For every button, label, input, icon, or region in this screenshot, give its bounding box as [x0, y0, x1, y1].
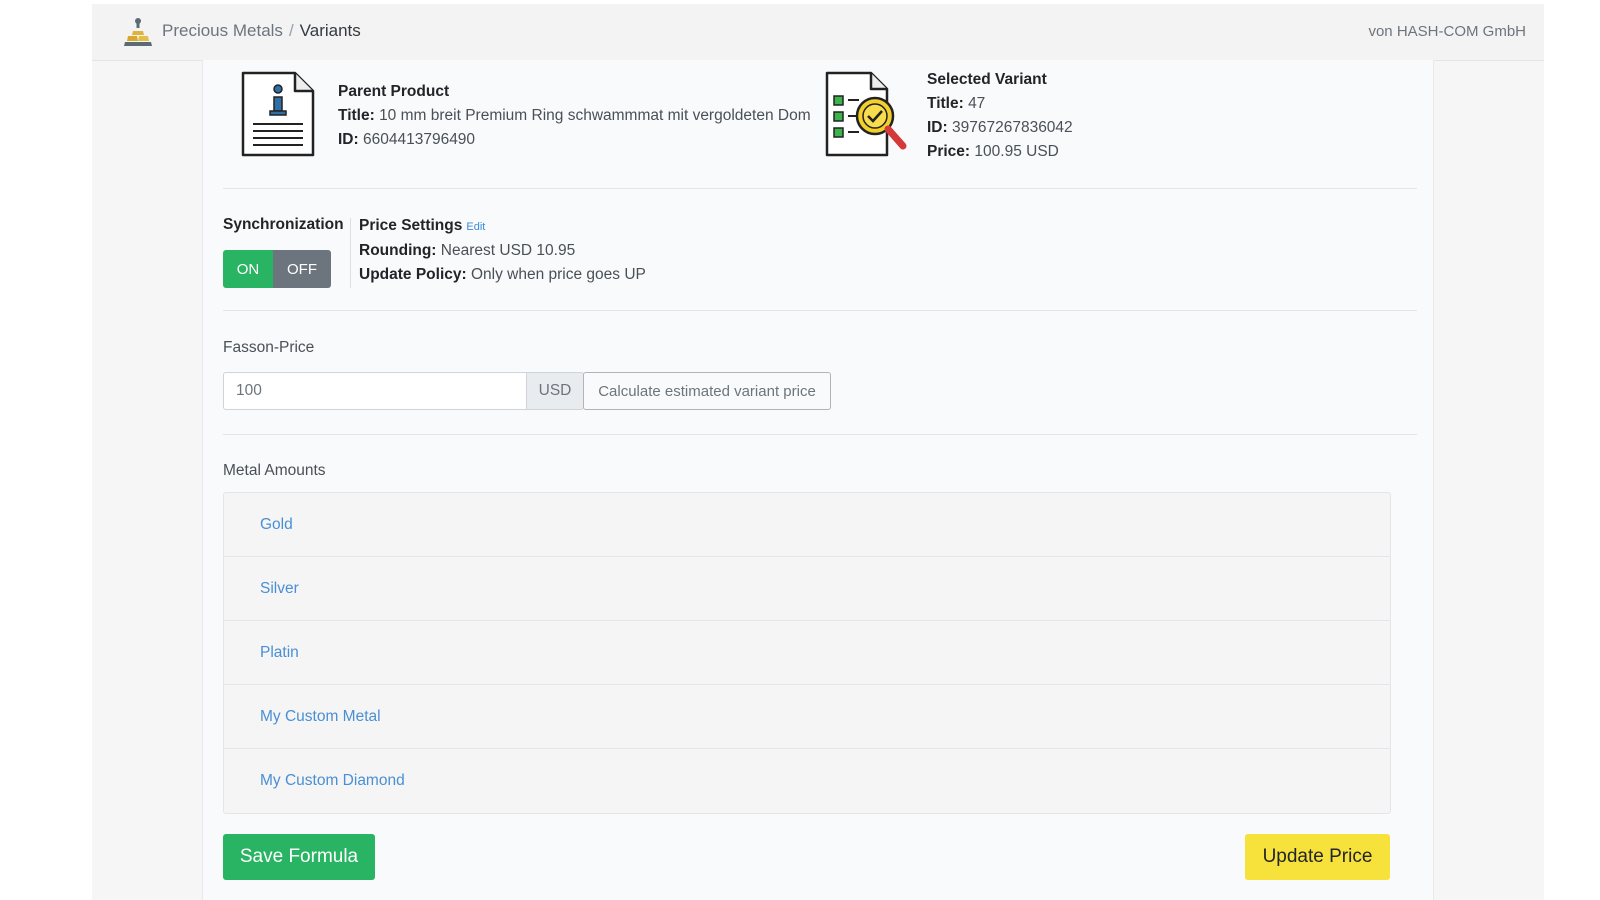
- fasson-price-group: USD: [223, 372, 584, 410]
- gold-bars-logo-icon: [124, 18, 152, 46]
- price-settings-edit-link[interactable]: Edit: [466, 221, 485, 233]
- variant-title-label: Title:: [927, 95, 964, 112]
- parent-id-value: 6604413796490: [362, 131, 476, 148]
- variant-price-label: Price:: [927, 143, 971, 160]
- parent-id-label: ID:: [338, 131, 359, 148]
- variant-id-value: 39767267836042: [951, 119, 1073, 136]
- main-content: Parent Product Title: 10 mm breit Premiu…: [202, 60, 1434, 900]
- parent-title-value: 10 mm breit Premium Ring schwammmat mit …: [379, 107, 811, 124]
- document-info-icon: [241, 71, 315, 157]
- fasson-price-input[interactable]: [223, 372, 526, 410]
- checklist-magnifier-icon: [825, 71, 907, 157]
- vertical-divider: [350, 218, 351, 288]
- calculate-price-button[interactable]: Calculate estimated variant price: [583, 372, 831, 410]
- toggle-on-button[interactable]: ON: [223, 250, 273, 288]
- breadcrumb-separator: /: [288, 21, 294, 40]
- parent-title-label: Title:: [338, 107, 375, 124]
- synchronization-label: Synchronization: [223, 216, 344, 233]
- breadcrumb-current: Variants: [299, 21, 361, 40]
- variant-heading: Selected Variant: [927, 71, 1047, 88]
- price-settings: Price Settings Edit Rounding: Nearest USD…: [359, 214, 646, 287]
- breadcrumb-app-link[interactable]: Precious Metals: [162, 21, 283, 40]
- metal-amounts-label: Metal Amounts: [223, 462, 326, 479]
- synchronization-toggle[interactable]: ON OFF: [223, 250, 331, 288]
- metal-item-custom-diamond[interactable]: My Custom Diamond: [224, 749, 1390, 813]
- variant-title-value: 47: [968, 95, 986, 112]
- divider: [223, 188, 1417, 189]
- save-formula-button[interactable]: Save Formula: [223, 834, 375, 880]
- update-policy-label: Update Policy:: [359, 266, 467, 283]
- divider: [223, 434, 1417, 435]
- parent-product-heading: Parent Product: [338, 83, 450, 100]
- vendor-label: von HASH-COM GmbH: [1368, 23, 1526, 40]
- metal-item-custom-metal[interactable]: My Custom Metal: [224, 685, 1390, 749]
- variant-price-value: 100.95 USD: [974, 143, 1059, 160]
- top-bar: Precious Metals / Variants von HASH-COM Gm…: [92, 4, 1544, 61]
- fasson-price-label: Fasson-Price: [223, 339, 315, 356]
- toggle-off-button[interactable]: OFF: [273, 250, 331, 288]
- update-price-button[interactable]: Update Price: [1245, 834, 1390, 880]
- metal-item-silver[interactable]: Silver: [224, 557, 1390, 621]
- app-window: Precious Metals / Variants von HASH-COM Gm…: [92, 4, 1544, 900]
- divider: [223, 310, 1417, 311]
- parent-product-info: Parent Product Title: 10 mm breit Premiu…: [338, 80, 811, 152]
- metal-item-gold[interactable]: Gold: [224, 493, 1390, 557]
- rounding-value: Nearest USD 10.95: [440, 242, 576, 259]
- metal-amounts-list: Gold Silver Platin My Custom Metal My Cu…: [223, 492, 1391, 814]
- metal-item-platin[interactable]: Platin: [224, 621, 1390, 685]
- update-policy-value: Only when price goes UP: [470, 266, 646, 283]
- selected-variant-info: Selected Variant Title: 47 ID: 397672678…: [927, 68, 1073, 164]
- currency-addon: USD: [526, 372, 584, 410]
- rounding-label: Rounding:: [359, 242, 437, 259]
- price-settings-heading: Price Settings: [359, 217, 463, 234]
- breadcrumb: Precious Metals / Variants: [162, 21, 361, 41]
- variant-id-label: ID:: [927, 119, 948, 136]
